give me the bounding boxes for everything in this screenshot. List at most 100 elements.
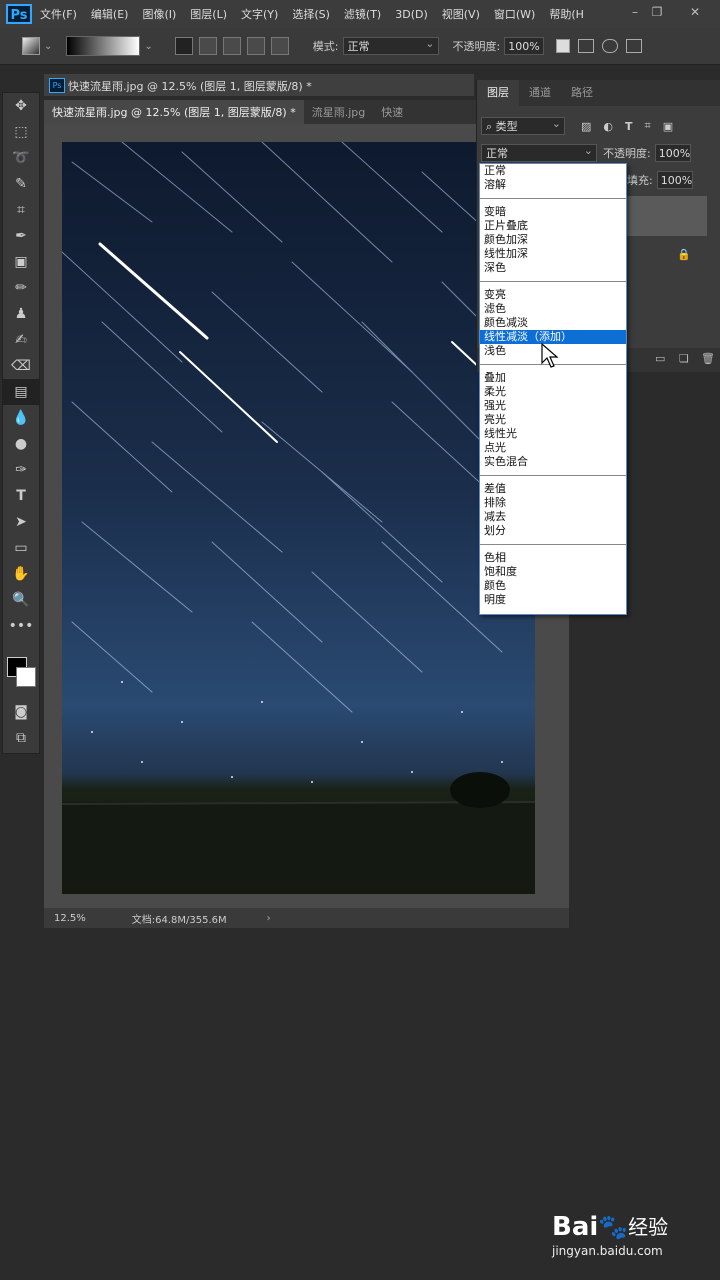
tab-layers[interactable]: 图层 xyxy=(477,80,519,106)
path-select-icon[interactable]: ➤ xyxy=(3,509,39,535)
blend-mode-select[interactable]: 正常 xyxy=(481,142,597,162)
blend-mode-option[interactable]: 强光 xyxy=(480,399,626,413)
fill-input[interactable]: 100% xyxy=(656,171,693,189)
shape-tool-icon[interactable]: ▭ xyxy=(3,535,39,561)
close-icon[interactable]: ✕ xyxy=(686,4,704,20)
reflected-gradient-button[interactable] xyxy=(246,37,265,55)
brush-tool-icon[interactable]: ✏ xyxy=(3,275,39,301)
menu-image[interactable]: 图像(I) xyxy=(142,6,176,22)
trash-icon[interactable]: 🗑 xyxy=(701,352,715,365)
menu-select[interactable]: 选择(S) xyxy=(292,6,330,22)
history-brush-icon[interactable]: ✍ xyxy=(3,327,39,353)
image-filter-icon[interactable]: ▨ xyxy=(581,120,591,133)
eyedropper-tool-icon[interactable]: ✒ xyxy=(3,223,39,249)
gradient-tool-icon[interactable]: ▤ xyxy=(3,379,39,405)
marquee-tool-icon[interactable]: ⬚ xyxy=(3,119,39,145)
quick-select-tool-icon[interactable]: ✎ xyxy=(3,171,39,197)
menu-view[interactable]: 视图(V) xyxy=(442,6,480,22)
menu-file[interactable]: 文件(F) xyxy=(40,6,77,22)
angle-gradient-button[interactable] xyxy=(222,37,241,55)
workspace-icon[interactable] xyxy=(626,39,643,53)
crop-tool-icon[interactable]: ⌗ xyxy=(3,197,39,223)
blend-mode-option[interactable]: 划分 xyxy=(480,524,626,538)
tab-paths[interactable]: 路径 xyxy=(561,80,603,106)
menu-filter[interactable]: 滤镜(T) xyxy=(344,6,381,22)
chevron-down-icon[interactable]: ⌄ xyxy=(144,41,152,52)
stamp-tool-icon[interactable]: ♟ xyxy=(3,301,39,327)
blend-mode-option[interactable]: 线性光 xyxy=(480,427,626,441)
blend-mode-option[interactable]: 差值 xyxy=(480,482,626,496)
checkbox-icon[interactable] xyxy=(556,39,571,53)
menu-layer[interactable]: 图层(L) xyxy=(190,6,227,22)
menu-edit[interactable]: 编辑(E) xyxy=(91,6,129,22)
blend-mode-option[interactable]: 滤色 xyxy=(480,302,626,316)
layer-kind-filter[interactable]: ⌕ 类型 xyxy=(481,115,565,135)
new-layer-icon[interactable]: ❏ xyxy=(679,352,689,365)
type-tool-icon[interactable]: T xyxy=(3,483,39,509)
gradient-preview[interactable] xyxy=(66,36,141,56)
blend-mode-option[interactable]: 减去 xyxy=(480,510,626,524)
blend-mode-option[interactable]: 变暗 xyxy=(480,205,626,219)
tab-channels[interactable]: 通道 xyxy=(519,80,561,106)
background-color-swatch[interactable] xyxy=(16,667,36,687)
diamond-gradient-button[interactable] xyxy=(270,37,289,55)
menu-3d[interactable]: 3D(D) xyxy=(395,8,428,21)
zoom-tool-icon[interactable]: 🔍 xyxy=(3,587,39,613)
more-tools-icon[interactable]: ••• xyxy=(3,613,39,639)
type-filter-icon[interactable]: T xyxy=(625,120,633,133)
dither-icon[interactable] xyxy=(578,39,595,53)
search-icon[interactable] xyxy=(602,39,619,53)
blend-mode-option[interactable]: 线性加深 xyxy=(480,247,626,261)
blend-mode-option[interactable]: 柔光 xyxy=(480,385,626,399)
layer-row-highlight[interactable] xyxy=(627,196,707,236)
blend-mode-option[interactable]: 变亮 xyxy=(480,288,626,302)
chevron-right-icon[interactable]: › xyxy=(267,913,271,924)
opacity-input[interactable]: 100% xyxy=(504,37,545,55)
blend-mode-option[interactable]: 排除 xyxy=(480,496,626,510)
tab-document-3[interactable]: 快速 xyxy=(373,100,411,126)
lasso-tool-icon[interactable]: ➰ xyxy=(3,145,39,171)
shape-filter-icon[interactable]: ⌗ xyxy=(645,119,651,133)
menu-window[interactable]: 窗口(W) xyxy=(494,6,535,22)
restore-icon[interactable]: ❐ xyxy=(648,4,666,20)
tab-active-document[interactable]: 快速流星雨.jpg @ 12.5% (图层 1, 图层蒙版/8) * xyxy=(44,100,304,126)
color-swatches[interactable] xyxy=(3,639,39,699)
image-canvas[interactable] xyxy=(62,142,535,894)
blend-mode-option[interactable]: 溶解 xyxy=(480,178,626,192)
blend-mode-option[interactable]: 点光 xyxy=(480,441,626,455)
menu-type[interactable]: 文字(Y) xyxy=(241,6,278,22)
blur-tool-icon[interactable]: 💧 xyxy=(3,405,39,431)
zoom-level[interactable]: 12.5% xyxy=(54,913,86,924)
blend-mode-option[interactable]: 颜色 xyxy=(480,579,626,593)
blend-mode-option[interactable]: 线性减淡（添加） xyxy=(480,330,626,344)
adjustment-filter-icon[interactable]: ◐ xyxy=(603,120,613,133)
blend-mode-option[interactable]: 亮光 xyxy=(480,413,626,427)
blend-mode-option[interactable]: 正常 xyxy=(480,164,626,178)
gradient-tool-icon[interactable] xyxy=(22,37,40,55)
chevron-down-icon[interactable]: ⌄ xyxy=(44,41,52,52)
screen-mode-icon[interactable]: ⧉ xyxy=(3,725,39,751)
folder-icon[interactable]: ▭ xyxy=(655,352,665,365)
menu-help[interactable]: 帮助(H xyxy=(549,6,584,22)
linear-gradient-button[interactable] xyxy=(174,37,193,55)
eraser-tool-icon[interactable]: ⌫ xyxy=(3,353,39,379)
blend-mode-option[interactable]: 叠加 xyxy=(480,371,626,385)
move-tool-icon[interactable]: ✥ xyxy=(3,93,39,119)
frame-tool-icon[interactable]: ▣ xyxy=(3,249,39,275)
hand-tool-icon[interactable]: ✋ xyxy=(3,561,39,587)
blend-mode-option[interactable]: 色相 xyxy=(480,551,626,565)
blend-mode-option[interactable]: 明度 xyxy=(480,593,626,607)
mode-select[interactable]: 正常 xyxy=(342,35,439,55)
blend-mode-option[interactable]: 深色 xyxy=(480,261,626,275)
blend-mode-option[interactable]: 饱和度 xyxy=(480,565,626,579)
blend-mode-option[interactable]: 颜色减淡 xyxy=(480,316,626,330)
blend-mode-option[interactable]: 正片叠底 xyxy=(480,219,626,233)
blend-mode-option[interactable]: 颜色加深 xyxy=(480,233,626,247)
quick-mask-icon[interactable]: ◙ xyxy=(3,699,39,725)
radial-gradient-button[interactable] xyxy=(198,37,217,55)
dodge-tool-icon[interactable]: ● xyxy=(3,431,39,457)
document-window-title[interactable]: Ps 快速流星雨.jpg @ 12.5% (图层 1, 图层蒙版/8) * xyxy=(44,74,474,96)
pen-tool-icon[interactable]: ✑ xyxy=(3,457,39,483)
blend-mode-option[interactable]: 实色混合 xyxy=(480,455,626,469)
layer-opacity-input[interactable]: 100% xyxy=(654,144,691,162)
